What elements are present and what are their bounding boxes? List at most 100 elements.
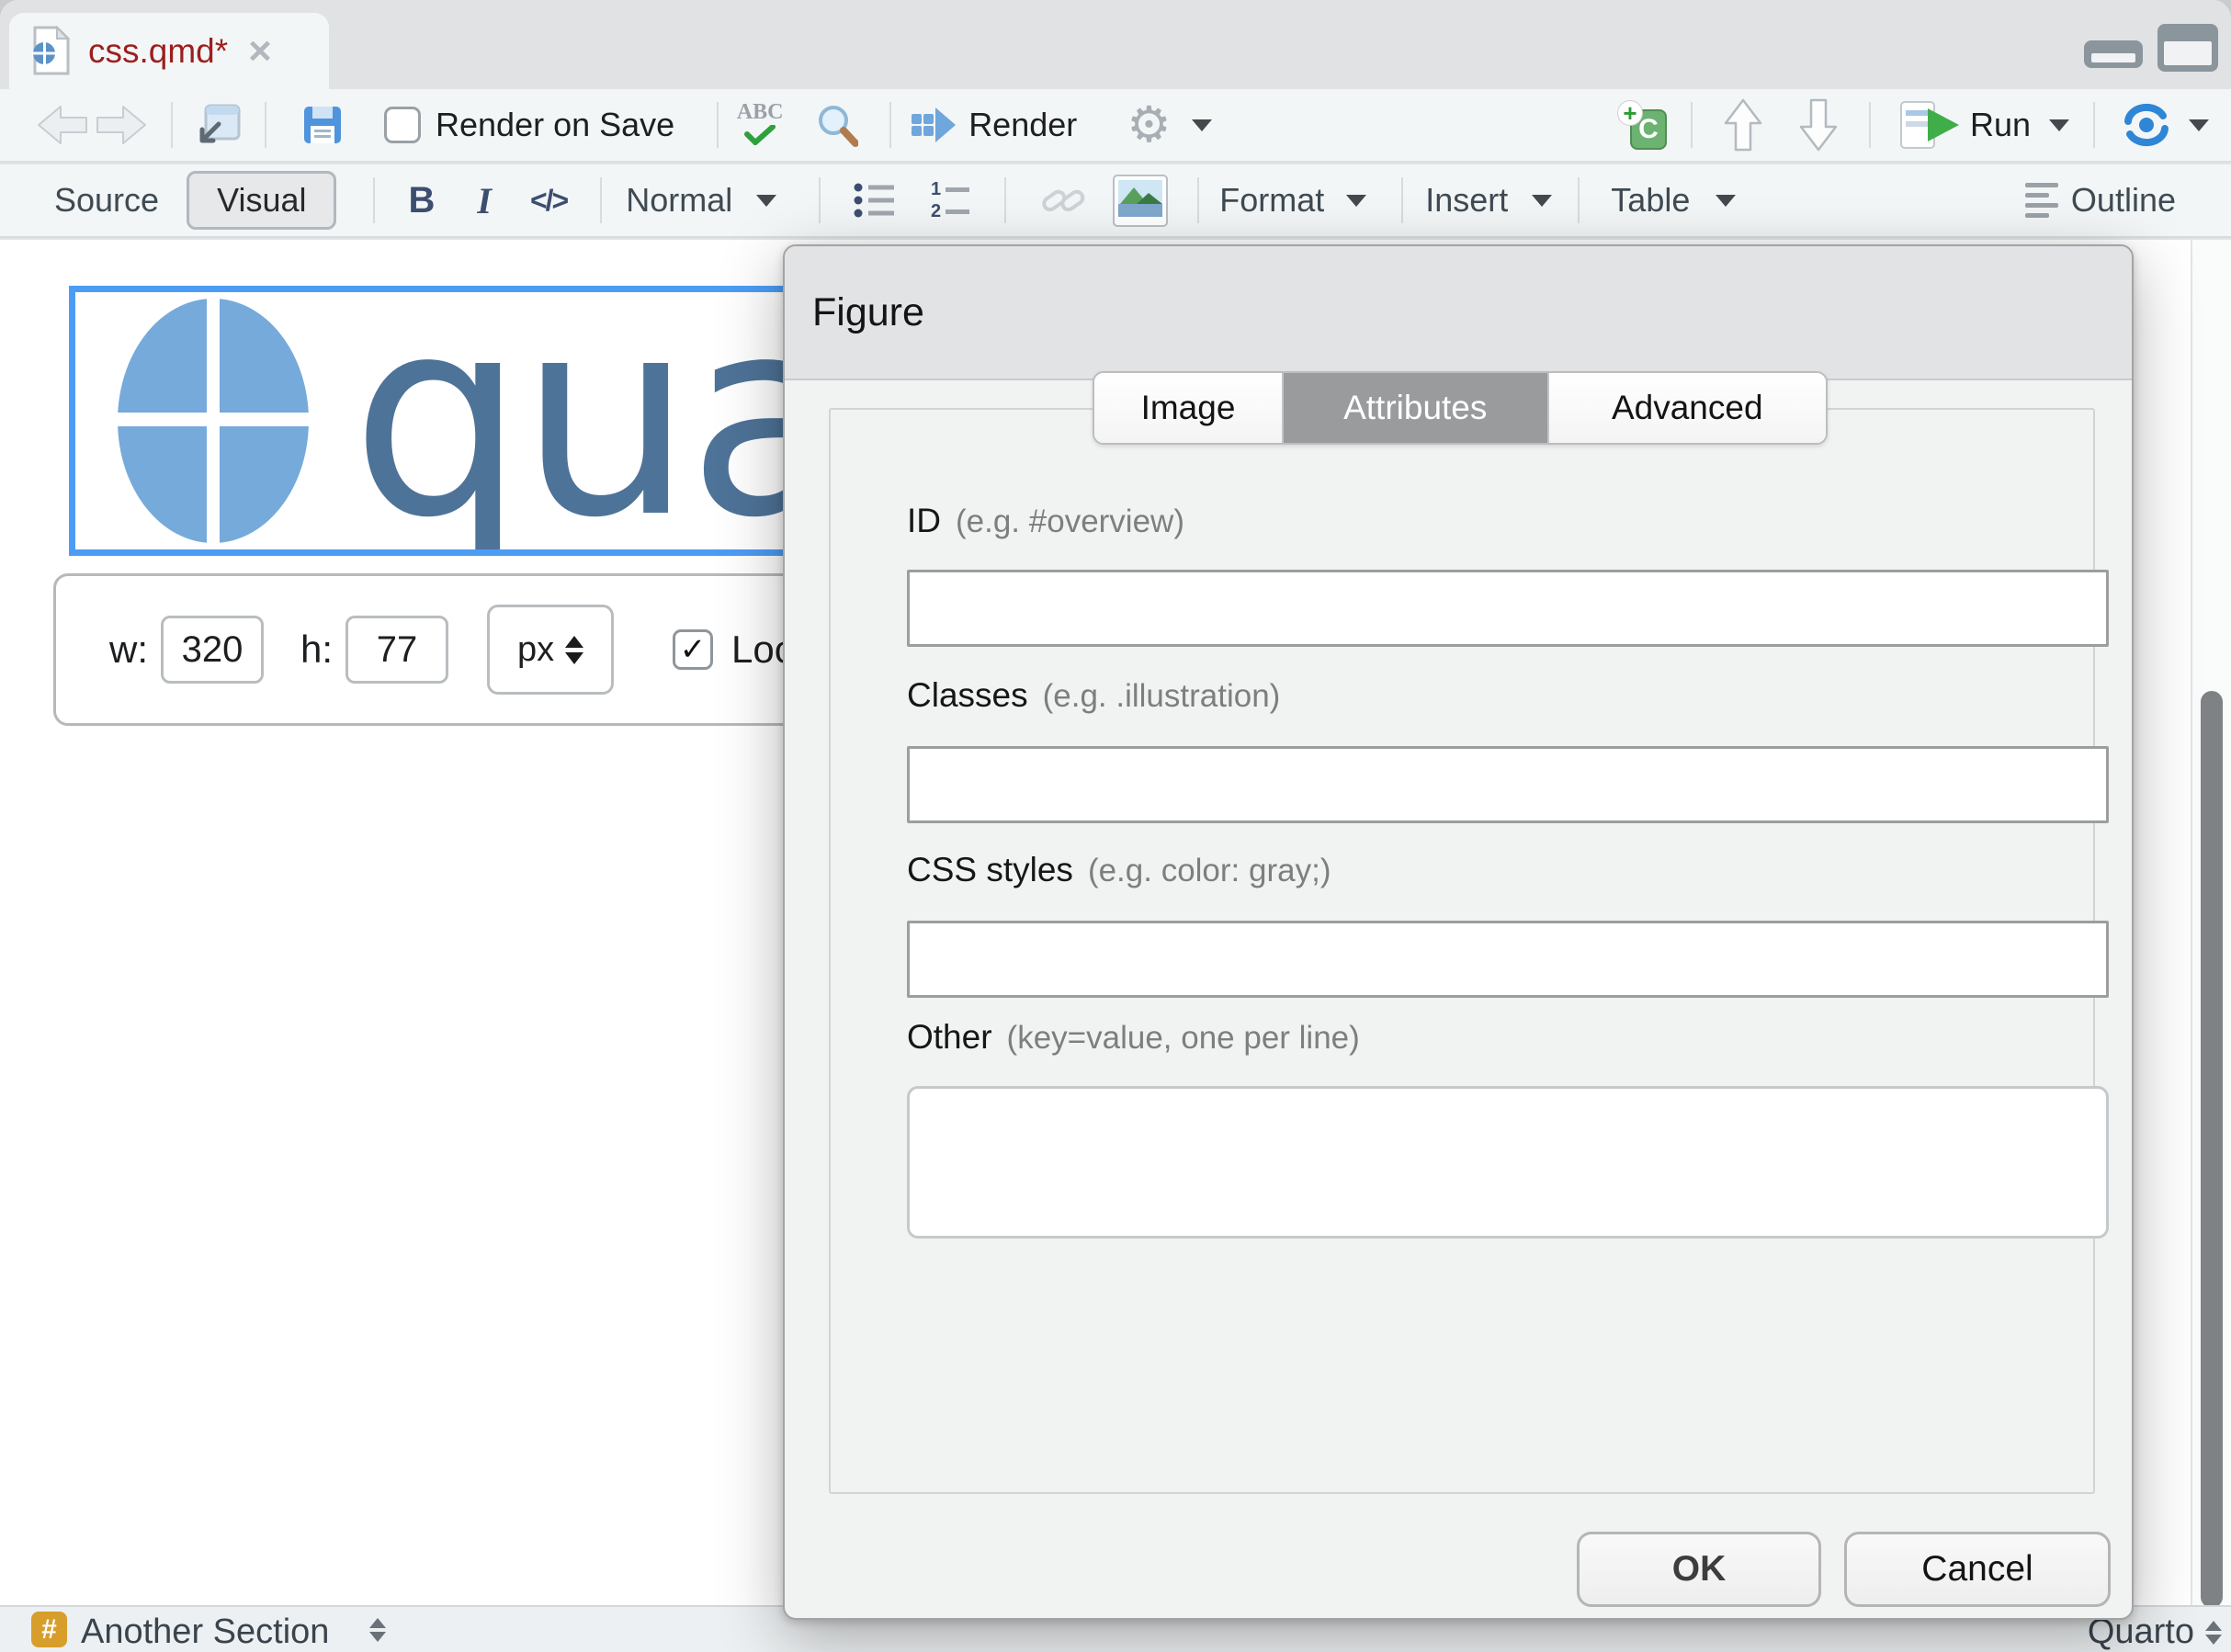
section-nav-arrows-icon[interactable] bbox=[369, 1618, 386, 1642]
insert-menu[interactable]: Insert bbox=[1425, 181, 1508, 220]
separator bbox=[1691, 102, 1693, 148]
insert-menu-caret-icon[interactable] bbox=[1532, 195, 1552, 207]
units-select[interactable]: px bbox=[487, 605, 614, 695]
bullet-list-icon[interactable] bbox=[854, 181, 896, 220]
image-button[interactable] bbox=[1113, 175, 1168, 227]
tab-image[interactable]: Image bbox=[1094, 373, 1284, 443]
width-label: w: bbox=[109, 628, 148, 672]
save-icon[interactable] bbox=[303, 106, 342, 144]
classes-input[interactable] bbox=[907, 746, 2109, 823]
dialog-title-bar: Figure bbox=[785, 246, 2132, 380]
toolbar-right-group: C + Run bbox=[1617, 98, 2209, 152]
css-styles-field-label: CSS styles (e.g. color: gray;) bbox=[907, 851, 1331, 889]
tab-advanced[interactable]: Advanced bbox=[1549, 373, 1826, 443]
separator bbox=[889, 102, 891, 148]
tab-bar: css.qmd* × bbox=[0, 0, 2231, 89]
popout-icon[interactable] bbox=[197, 104, 241, 146]
id-input[interactable] bbox=[907, 570, 2109, 647]
run-options-caret-icon[interactable] bbox=[2049, 119, 2069, 131]
forward-icon[interactable] bbox=[96, 104, 147, 146]
scrollbar-thumb[interactable] bbox=[2201, 691, 2223, 1608]
run-icon bbox=[1900, 101, 1959, 149]
cancel-button[interactable]: Cancel bbox=[1844, 1532, 2111, 1607]
check-icon: ✓ bbox=[680, 631, 707, 668]
rstudio-window: css.qmd* × Render on Save bbox=[0, 0, 2231, 1652]
separator bbox=[819, 177, 821, 223]
table-menu[interactable]: Table bbox=[1611, 181, 1690, 220]
main-toolbar: Render on Save ABC Render ⚙ C + bbox=[0, 89, 2231, 163]
height-input[interactable] bbox=[345, 616, 448, 684]
outline-icon bbox=[2025, 183, 2058, 218]
back-icon[interactable] bbox=[37, 104, 88, 146]
format-toolbar: Source Visual B I </> Normal 1 2 bbox=[0, 164, 2231, 238]
classes-field-label: Classes (e.g. .illustration) bbox=[907, 676, 1280, 715]
tab-attributes[interactable]: Attributes bbox=[1284, 373, 1549, 443]
close-icon[interactable]: × bbox=[248, 31, 272, 72]
numbered-list-icon[interactable]: 1 2 bbox=[929, 180, 971, 221]
dialog-tabs: Image Attributes Advanced bbox=[1093, 371, 1828, 445]
source-sync-icon[interactable] bbox=[2123, 103, 2170, 147]
separator bbox=[1004, 177, 1006, 223]
dialog-title: Figure bbox=[812, 290, 924, 335]
source-mode-button[interactable]: Source bbox=[54, 181, 159, 220]
tab-css-qmd[interactable]: css.qmd* × bbox=[9, 13, 329, 89]
separator bbox=[717, 102, 719, 148]
section-navigation[interactable]: Another Section bbox=[81, 1612, 329, 1652]
render-icon bbox=[912, 106, 956, 144]
image-icon bbox=[1118, 180, 1162, 217]
outline-button[interactable]: Outline bbox=[2025, 181, 2176, 220]
separator bbox=[373, 177, 375, 223]
other-field-label: Other (key=value, one per line) bbox=[907, 1018, 1360, 1057]
code-button[interactable]: </> bbox=[530, 184, 567, 218]
section-hash-icon: # bbox=[31, 1612, 67, 1647]
width-input[interactable] bbox=[161, 616, 264, 684]
table-menu-caret-icon[interactable] bbox=[1716, 195, 1736, 207]
tab-title: css.qmd* bbox=[88, 32, 228, 71]
search-icon[interactable] bbox=[816, 103, 858, 147]
spellcheck-icon[interactable]: ABC bbox=[735, 100, 785, 150]
other-input[interactable] bbox=[907, 1086, 2109, 1239]
run-button[interactable]: Run bbox=[1970, 106, 2031, 144]
paragraph-style-dropdown[interactable]: Normal bbox=[626, 181, 732, 220]
down-arrow-icon[interactable] bbox=[1799, 98, 1838, 152]
link-icon[interactable] bbox=[1041, 182, 1085, 219]
quarto-file-icon bbox=[29, 26, 72, 77]
separator bbox=[600, 177, 602, 223]
lock-ratio-checkbox[interactable]: ✓ bbox=[673, 629, 713, 670]
bold-button[interactable]: B bbox=[408, 180, 435, 221]
sync-options-caret-icon[interactable] bbox=[2189, 119, 2209, 131]
maximize-icon[interactable] bbox=[2157, 24, 2218, 72]
format-menu[interactable]: Format bbox=[1219, 181, 1324, 220]
paragraph-style-caret-icon[interactable] bbox=[756, 195, 776, 207]
separator bbox=[1197, 177, 1199, 223]
scrollbar-track[interactable] bbox=[2191, 240, 2231, 1605]
separator bbox=[265, 102, 266, 148]
render-on-save-label: Render on Save bbox=[436, 106, 674, 144]
insert-chunk-icon[interactable]: C + bbox=[1617, 100, 1667, 150]
format-menu-caret-icon[interactable] bbox=[1346, 195, 1366, 207]
figure-dialog: Figure Image Attributes Advanced ID (e.g… bbox=[783, 244, 2134, 1620]
id-field-label: ID (e.g. #overview) bbox=[907, 502, 1184, 540]
separator bbox=[2093, 102, 2095, 148]
visual-mode-button[interactable]: Visual bbox=[187, 171, 336, 230]
attributes-panel: ID (e.g. #overview) Classes (e.g. .illus… bbox=[829, 408, 2095, 1494]
separator bbox=[171, 102, 173, 148]
svg-text:2: 2 bbox=[931, 201, 941, 221]
select-arrows-icon bbox=[565, 636, 583, 664]
render-button[interactable]: Render bbox=[968, 106, 1077, 144]
units-value: px bbox=[517, 630, 554, 670]
format-selector-arrows-icon bbox=[2205, 1621, 2222, 1645]
css-styles-input[interactable] bbox=[907, 921, 2109, 998]
outline-label: Outline bbox=[2071, 181, 2176, 220]
up-arrow-icon[interactable] bbox=[1724, 98, 1762, 152]
svg-text:1: 1 bbox=[931, 180, 941, 199]
ok-button[interactable]: OK bbox=[1577, 1532, 1821, 1607]
separator bbox=[1401, 177, 1403, 223]
gear-icon[interactable]: ⚙ bbox=[1127, 100, 1171, 150]
minimize-icon[interactable] bbox=[2084, 40, 2143, 68]
render-on-save-checkbox[interactable] bbox=[384, 107, 421, 143]
render-options-caret-icon[interactable] bbox=[1192, 119, 1212, 131]
separator bbox=[1578, 177, 1580, 223]
italic-button[interactable]: I bbox=[477, 179, 492, 222]
height-label: h: bbox=[300, 628, 333, 672]
